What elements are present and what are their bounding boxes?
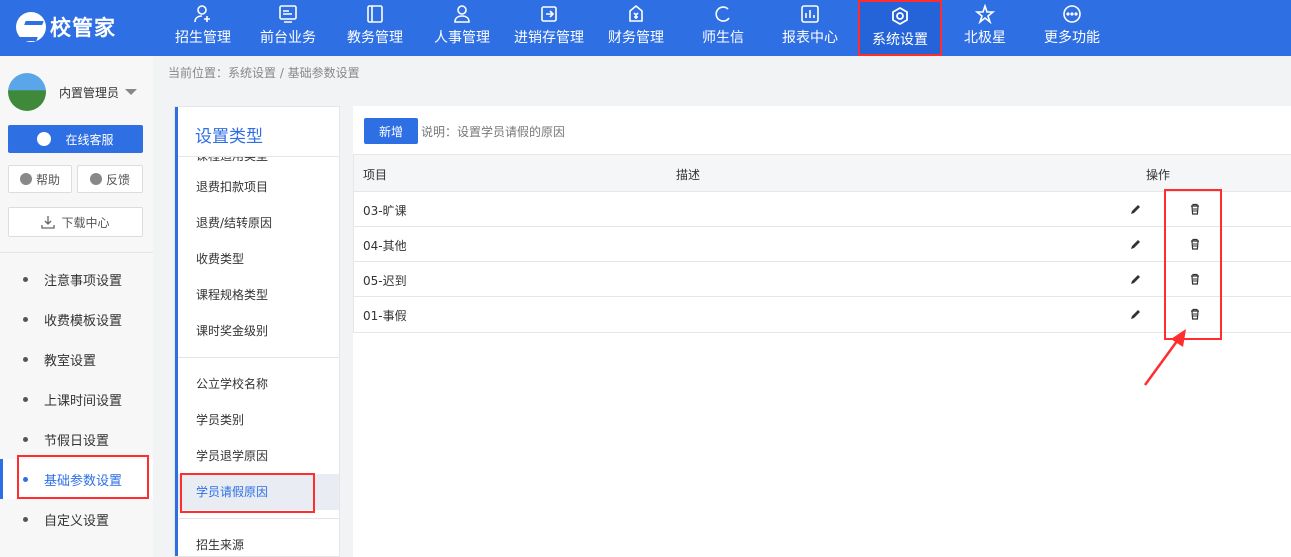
book-icon bbox=[334, 0, 416, 30]
breadcrumb: 当前位置：系统设置 / 基础参数设置 bbox=[168, 66, 360, 80]
highlight-box-category bbox=[180, 473, 315, 513]
top-navbar: 校管家 招生管理 前台业务 教务管理 人事管理 进销存管理 财务管理 师生信 报… bbox=[0, 0, 1291, 56]
highlight-box-delete bbox=[1164, 189, 1222, 340]
app-logo[interactable]: 校管家 bbox=[16, 10, 116, 44]
table-row: 04-其他 bbox=[354, 227, 1291, 262]
table-row: 03-旷课 bbox=[354, 192, 1291, 227]
bullet-icon bbox=[23, 316, 28, 322]
table-header: 项目 描述 操作 bbox=[354, 155, 1291, 192]
logo-text: 校管家 bbox=[50, 16, 116, 40]
gear-icon bbox=[860, 2, 940, 32]
row-item: 05-迟到 bbox=[363, 274, 407, 288]
nav-item-hr[interactable]: 人事管理 bbox=[421, 0, 503, 56]
params-table: 项目 描述 操作 03-旷课 04-其他 05-迟到 01-事假 bbox=[353, 154, 1291, 333]
bullet-icon bbox=[23, 356, 28, 362]
sidebar-item-notes[interactable]: 注意事项设置 bbox=[0, 259, 153, 299]
category-panel-title: 设置类型 bbox=[175, 107, 339, 157]
sidebar-item-class-time[interactable]: 上课时间设置 bbox=[0, 379, 153, 419]
sidebar-item-custom[interactable]: 自定义设置 bbox=[0, 499, 153, 539]
divider bbox=[0, 252, 153, 253]
sidebar-item-classroom[interactable]: 教室设置 bbox=[0, 339, 153, 379]
chat-bubble-icon bbox=[37, 132, 52, 146]
nav-item-inventory[interactable]: 进销存管理 bbox=[508, 0, 590, 56]
user-menu[interactable]: 内置管理员 bbox=[8, 73, 138, 111]
logo-icon bbox=[16, 12, 46, 42]
category-item[interactable]: 学员类别 bbox=[175, 402, 339, 438]
nav-item-messages[interactable]: 师生信 bbox=[682, 0, 764, 56]
download-icon bbox=[41, 216, 56, 229]
category-item[interactable]: 公立学校名称 bbox=[175, 366, 339, 402]
nav-item-settings[interactable]: 系统设置 bbox=[858, 0, 942, 56]
chart-icon bbox=[769, 0, 851, 30]
user-name: 内置管理员 bbox=[59, 85, 120, 100]
avatar bbox=[8, 73, 46, 111]
person-icon bbox=[421, 0, 503, 30]
category-item[interactable]: 学员退学原因 bbox=[175, 438, 339, 474]
row-item: 04-其他 bbox=[363, 239, 407, 253]
category-item[interactable]: 退费/结转原因 bbox=[175, 205, 339, 241]
annotation-arrow-icon bbox=[1143, 329, 1186, 386]
person-add-icon bbox=[162, 0, 244, 30]
help-button[interactable]: 帮助 bbox=[8, 165, 72, 193]
category-item[interactable]: 招生来源 bbox=[175, 527, 339, 556]
online-service-button[interactable]: 在线客服 bbox=[8, 125, 143, 153]
nav-item-finance[interactable]: 财务管理 bbox=[595, 0, 677, 56]
edit-icon[interactable] bbox=[1130, 273, 1142, 285]
nav-item-enrollment[interactable]: 招生管理 bbox=[162, 0, 244, 56]
column-header-desc: 描述 bbox=[676, 168, 701, 182]
column-header-ops: 操作 bbox=[1146, 168, 1171, 182]
edit-icon[interactable] bbox=[1130, 238, 1142, 250]
feedback-button[interactable]: 反馈 bbox=[77, 165, 143, 193]
star-icon bbox=[944, 0, 1026, 30]
sidebar-item-fee-template[interactable]: 收费模板设置 bbox=[0, 299, 153, 339]
feedback-icon bbox=[89, 173, 102, 185]
money-bag-icon bbox=[595, 0, 677, 30]
scroll-indicator bbox=[175, 107, 178, 556]
inbox-arrow-icon bbox=[508, 0, 590, 30]
row-item: 03-旷课 bbox=[363, 204, 407, 218]
category-item[interactable]: 收费类型 bbox=[175, 241, 339, 277]
category-item[interactable]: 退费扣款项目 bbox=[175, 169, 339, 205]
divider bbox=[175, 357, 339, 358]
column-header-item: 项目 bbox=[363, 168, 388, 182]
new-button[interactable]: 新增 bbox=[364, 118, 418, 144]
table-row: 05-迟到 bbox=[354, 262, 1291, 297]
nav-item-polaris[interactable]: 北极星 bbox=[944, 0, 1026, 56]
nav-item-academic[interactable]: 教务管理 bbox=[334, 0, 416, 56]
more-icon bbox=[1031, 0, 1113, 30]
bullet-icon bbox=[23, 276, 28, 282]
bullet-icon bbox=[23, 516, 28, 522]
chevron-down-icon bbox=[125, 89, 138, 95]
nav-item-frontdesk[interactable]: 前台业务 bbox=[247, 0, 329, 56]
sidebar-item-holidays[interactable]: 节假日设置 bbox=[0, 419, 153, 459]
divider bbox=[175, 518, 339, 519]
category-item[interactable]: 课时奖金级别 bbox=[175, 313, 339, 349]
edit-icon[interactable] bbox=[1130, 203, 1142, 215]
category-item[interactable]: 课程规格类型 bbox=[175, 277, 339, 313]
hint-text: 说明：设置学员请假的原因 bbox=[421, 125, 566, 139]
download-center-button[interactable]: 下载中心 bbox=[8, 207, 143, 237]
highlight-box-sidebar bbox=[17, 455, 149, 499]
question-icon bbox=[19, 173, 32, 185]
bullet-icon bbox=[23, 436, 28, 442]
row-item: 01-事假 bbox=[363, 309, 407, 323]
nav-item-more[interactable]: 更多功能 bbox=[1031, 0, 1113, 56]
monitor-icon bbox=[247, 0, 329, 30]
bullet-icon bbox=[23, 396, 28, 402]
edit-icon[interactable] bbox=[1130, 308, 1142, 320]
chat-icon bbox=[682, 0, 764, 30]
nav-item-reports[interactable]: 报表中心 bbox=[769, 0, 851, 56]
